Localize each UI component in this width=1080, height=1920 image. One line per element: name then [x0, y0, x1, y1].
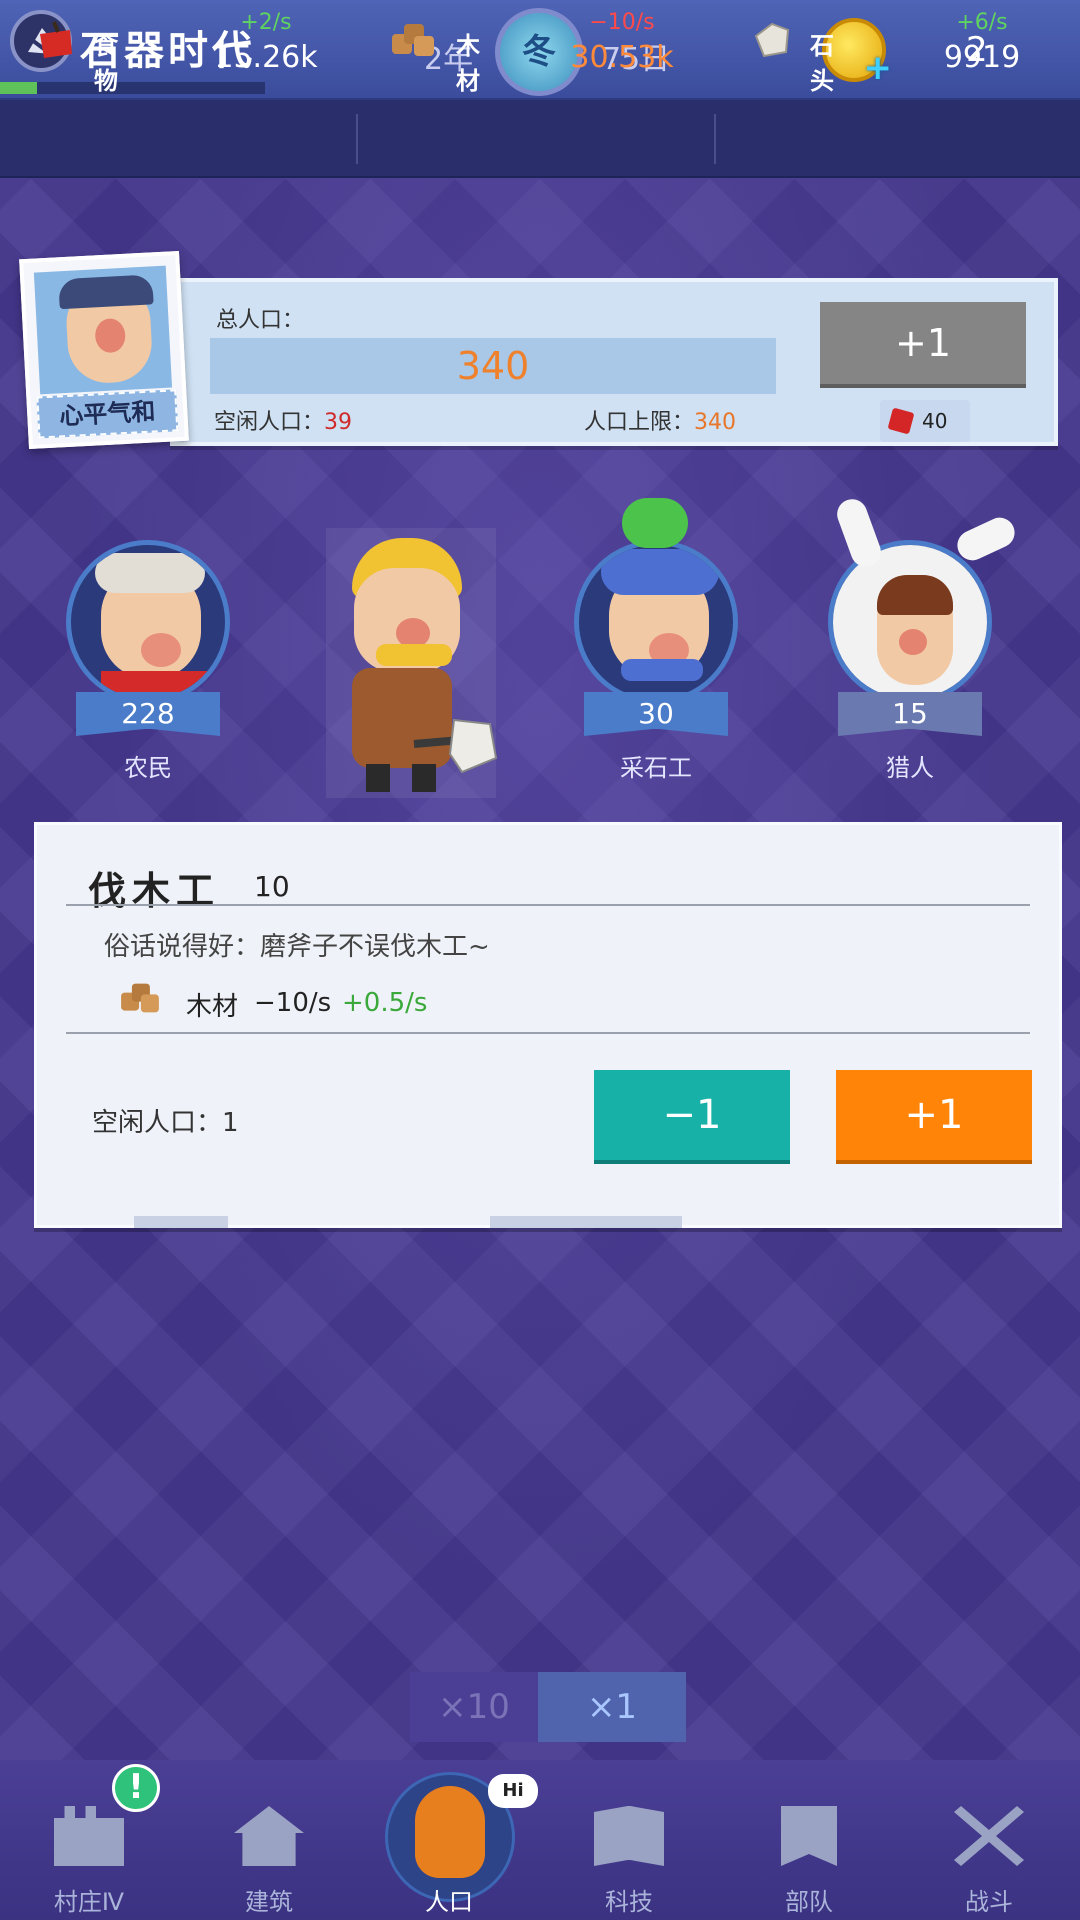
character-farmer[interactable]: 228 农民	[58, 520, 238, 782]
farmer-count: 228	[76, 692, 220, 736]
nav-label: 部队	[785, 1888, 833, 1916]
total-population-value: 340	[210, 338, 776, 394]
quarryman-name: 采石工	[620, 754, 692, 782]
add-population-cost: 40	[880, 400, 970, 442]
resource-name: 食物	[94, 32, 118, 95]
nav-label: 人口	[425, 1888, 473, 1916]
progress-fill	[0, 82, 38, 94]
add-population-button[interactable]: +1	[820, 302, 1026, 384]
total-population-label: 总人口：	[216, 308, 305, 333]
resource-amount: 30.53k	[570, 40, 674, 75]
nav-tech[interactable]: 科技	[554, 1760, 704, 1920]
stone-axe-icon	[413, 718, 498, 774]
banner-icon	[781, 1806, 837, 1866]
resource-rate: +6/s	[956, 10, 1008, 35]
production-bonus: +0.5/s	[342, 988, 428, 1018]
job-description: 俗话说得好：磨斧子不误伐木工~	[104, 932, 490, 962]
nav-label: 科技	[605, 1888, 653, 1916]
decor-strip	[134, 1216, 228, 1228]
nav-label: 建筑	[245, 1888, 293, 1916]
character-hunter[interactable]: 15 猎人	[820, 494, 1020, 782]
crossed-swords-icon	[954, 1806, 1024, 1866]
divider	[356, 114, 358, 164]
production-rate: −10/s	[254, 988, 332, 1018]
nav-buildings[interactable]: 建筑	[194, 1760, 344, 1920]
character-quarryman[interactable]: 30 采石工	[566, 498, 746, 782]
hunter-avatar	[828, 540, 992, 704]
resource-amount: 15.26k	[214, 40, 318, 75]
mood-label: 心平气和	[36, 389, 179, 439]
job-count: 10	[254, 870, 290, 903]
character-woodcutter-selected[interactable]	[326, 528, 498, 798]
leader-portrait[interactable]: 心平气和	[19, 250, 189, 450]
resource-name: 石头	[810, 32, 834, 95]
quarryman-avatar	[574, 540, 738, 704]
divider	[66, 1032, 1030, 1034]
multiplier-x10-button[interactable]: ×10	[410, 1672, 538, 1742]
remove-worker-button[interactable]: −1	[594, 1070, 790, 1160]
progress-bar	[0, 82, 265, 94]
population-cap: 人口上限：340	[584, 404, 736, 436]
alert-badge: !	[112, 1764, 160, 1812]
wood-logs-icon	[392, 24, 434, 56]
house-icon	[234, 1806, 304, 1866]
add-gold-icon[interactable]: +	[864, 48, 893, 88]
divider	[714, 114, 716, 164]
nav-battle[interactable]: 战斗	[914, 1760, 1064, 1920]
detail-idle-population: 空闲人口：1	[92, 1108, 239, 1138]
castle-icon	[54, 1806, 124, 1866]
idle-population: 空闲人口：39	[214, 404, 352, 436]
resource-rate: +2/s	[240, 10, 292, 35]
apple-icon	[887, 407, 915, 435]
idle-label: 空闲人口：	[214, 410, 325, 435]
multiplier-x1-button[interactable]: ×1	[538, 1672, 686, 1742]
nav-population[interactable]: 人口	[374, 1760, 524, 1920]
book-icon	[594, 1806, 664, 1866]
wood-logs-icon	[121, 983, 159, 1013]
resource-name: 木材	[456, 32, 480, 95]
quarryman-count: 30	[584, 692, 728, 736]
stone-icon	[754, 22, 790, 58]
divider	[66, 904, 1030, 906]
idle-value: 39	[324, 410, 353, 435]
green-bird-icon	[622, 498, 688, 548]
apple-icon	[40, 21, 72, 58]
add-worker-button[interactable]: +1	[836, 1070, 1032, 1160]
production-resource: 木材	[186, 992, 239, 1022]
resource-rate: −10/s	[589, 10, 655, 35]
hunter-count: 15	[838, 692, 982, 736]
nav-label: 战斗	[965, 1888, 1013, 1916]
cost-value: 40	[922, 409, 948, 433]
leader-face-avatar	[33, 265, 173, 395]
cap-value: 340	[694, 410, 737, 435]
resource-amount: 9919	[943, 40, 1021, 75]
hunter-name: 猎人	[886, 754, 934, 782]
job-title: 伐木工	[88, 869, 221, 913]
cap-label: 人口上限：	[584, 410, 695, 435]
nav-troops[interactable]: 部队	[734, 1760, 884, 1920]
nav-label: 村庄Ⅳ	[53, 1888, 125, 1916]
farmer-name: 农民	[124, 754, 172, 782]
decor-strip	[490, 1216, 682, 1228]
resource-bar	[0, 100, 1080, 178]
farmer-avatar	[66, 540, 230, 704]
